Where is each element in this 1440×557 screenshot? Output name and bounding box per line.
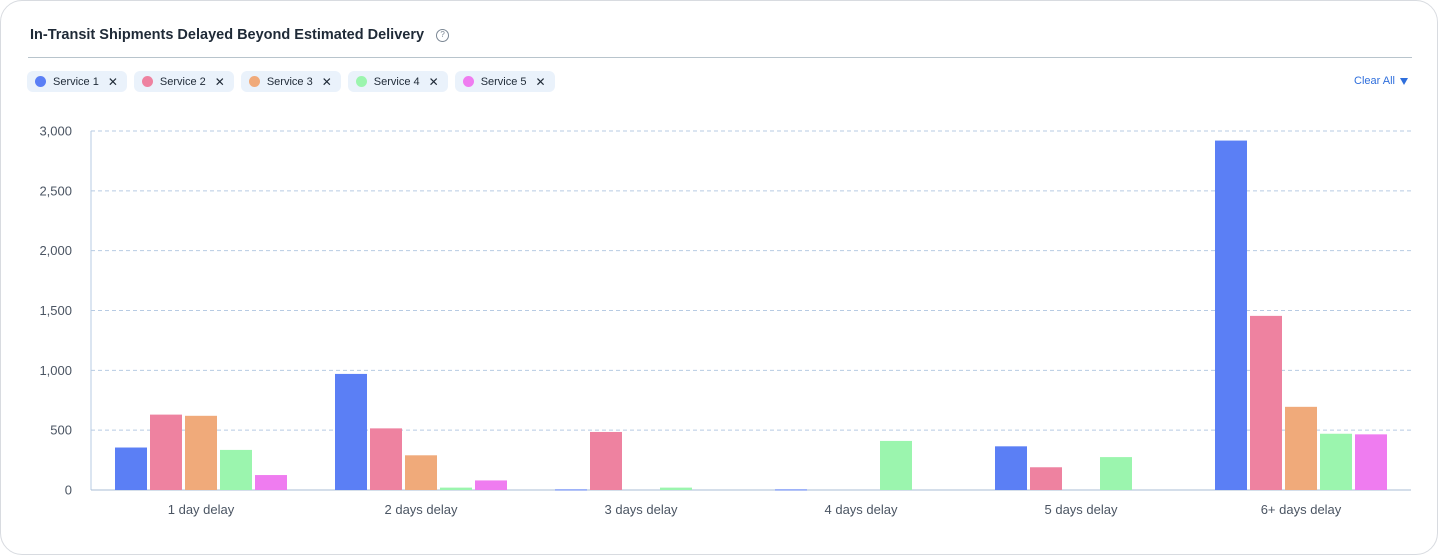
bar xyxy=(335,373,367,490)
bar xyxy=(555,489,587,491)
bar xyxy=(405,455,437,490)
bar xyxy=(1285,406,1317,490)
y-tick-label: 1,000 xyxy=(39,363,72,378)
bar xyxy=(1215,140,1247,490)
bar xyxy=(185,415,217,490)
y-tick-label: 500 xyxy=(50,423,72,438)
x-tick-label: 4 days delay xyxy=(825,502,898,517)
bar xyxy=(150,414,182,490)
bar xyxy=(995,446,1027,490)
y-tick-label: 1,500 xyxy=(39,303,72,318)
bar xyxy=(1100,457,1132,490)
bar xyxy=(660,487,692,490)
bar xyxy=(590,431,622,490)
bar xyxy=(440,487,472,490)
x-tick-label: 2 days delay xyxy=(385,502,458,517)
bar xyxy=(475,480,507,490)
bar xyxy=(115,447,147,490)
bar xyxy=(1250,315,1282,490)
bar xyxy=(880,440,912,490)
x-tick-label: 5 days delay xyxy=(1045,502,1118,517)
bar xyxy=(1355,434,1387,490)
x-tick-label: 1 day delay xyxy=(168,502,235,517)
bar xyxy=(255,475,287,490)
y-tick-label: 0 xyxy=(65,483,72,498)
x-tick-label: 3 days delay xyxy=(605,502,678,517)
y-tick-label: 2,500 xyxy=(39,183,72,198)
bar xyxy=(775,489,807,491)
bar xyxy=(1030,467,1062,490)
bar-chart: 0 500 1,000 1,500 2,000 2,500 3,000 1 day delay… xyxy=(39,124,1411,517)
bar xyxy=(370,428,402,490)
x-tick-label: 6+ days delay xyxy=(1261,502,1342,517)
y-tick-label: 2,000 xyxy=(39,243,72,258)
y-tick-label: 3,000 xyxy=(39,124,72,139)
bar xyxy=(220,449,252,490)
bar xyxy=(1320,433,1352,490)
